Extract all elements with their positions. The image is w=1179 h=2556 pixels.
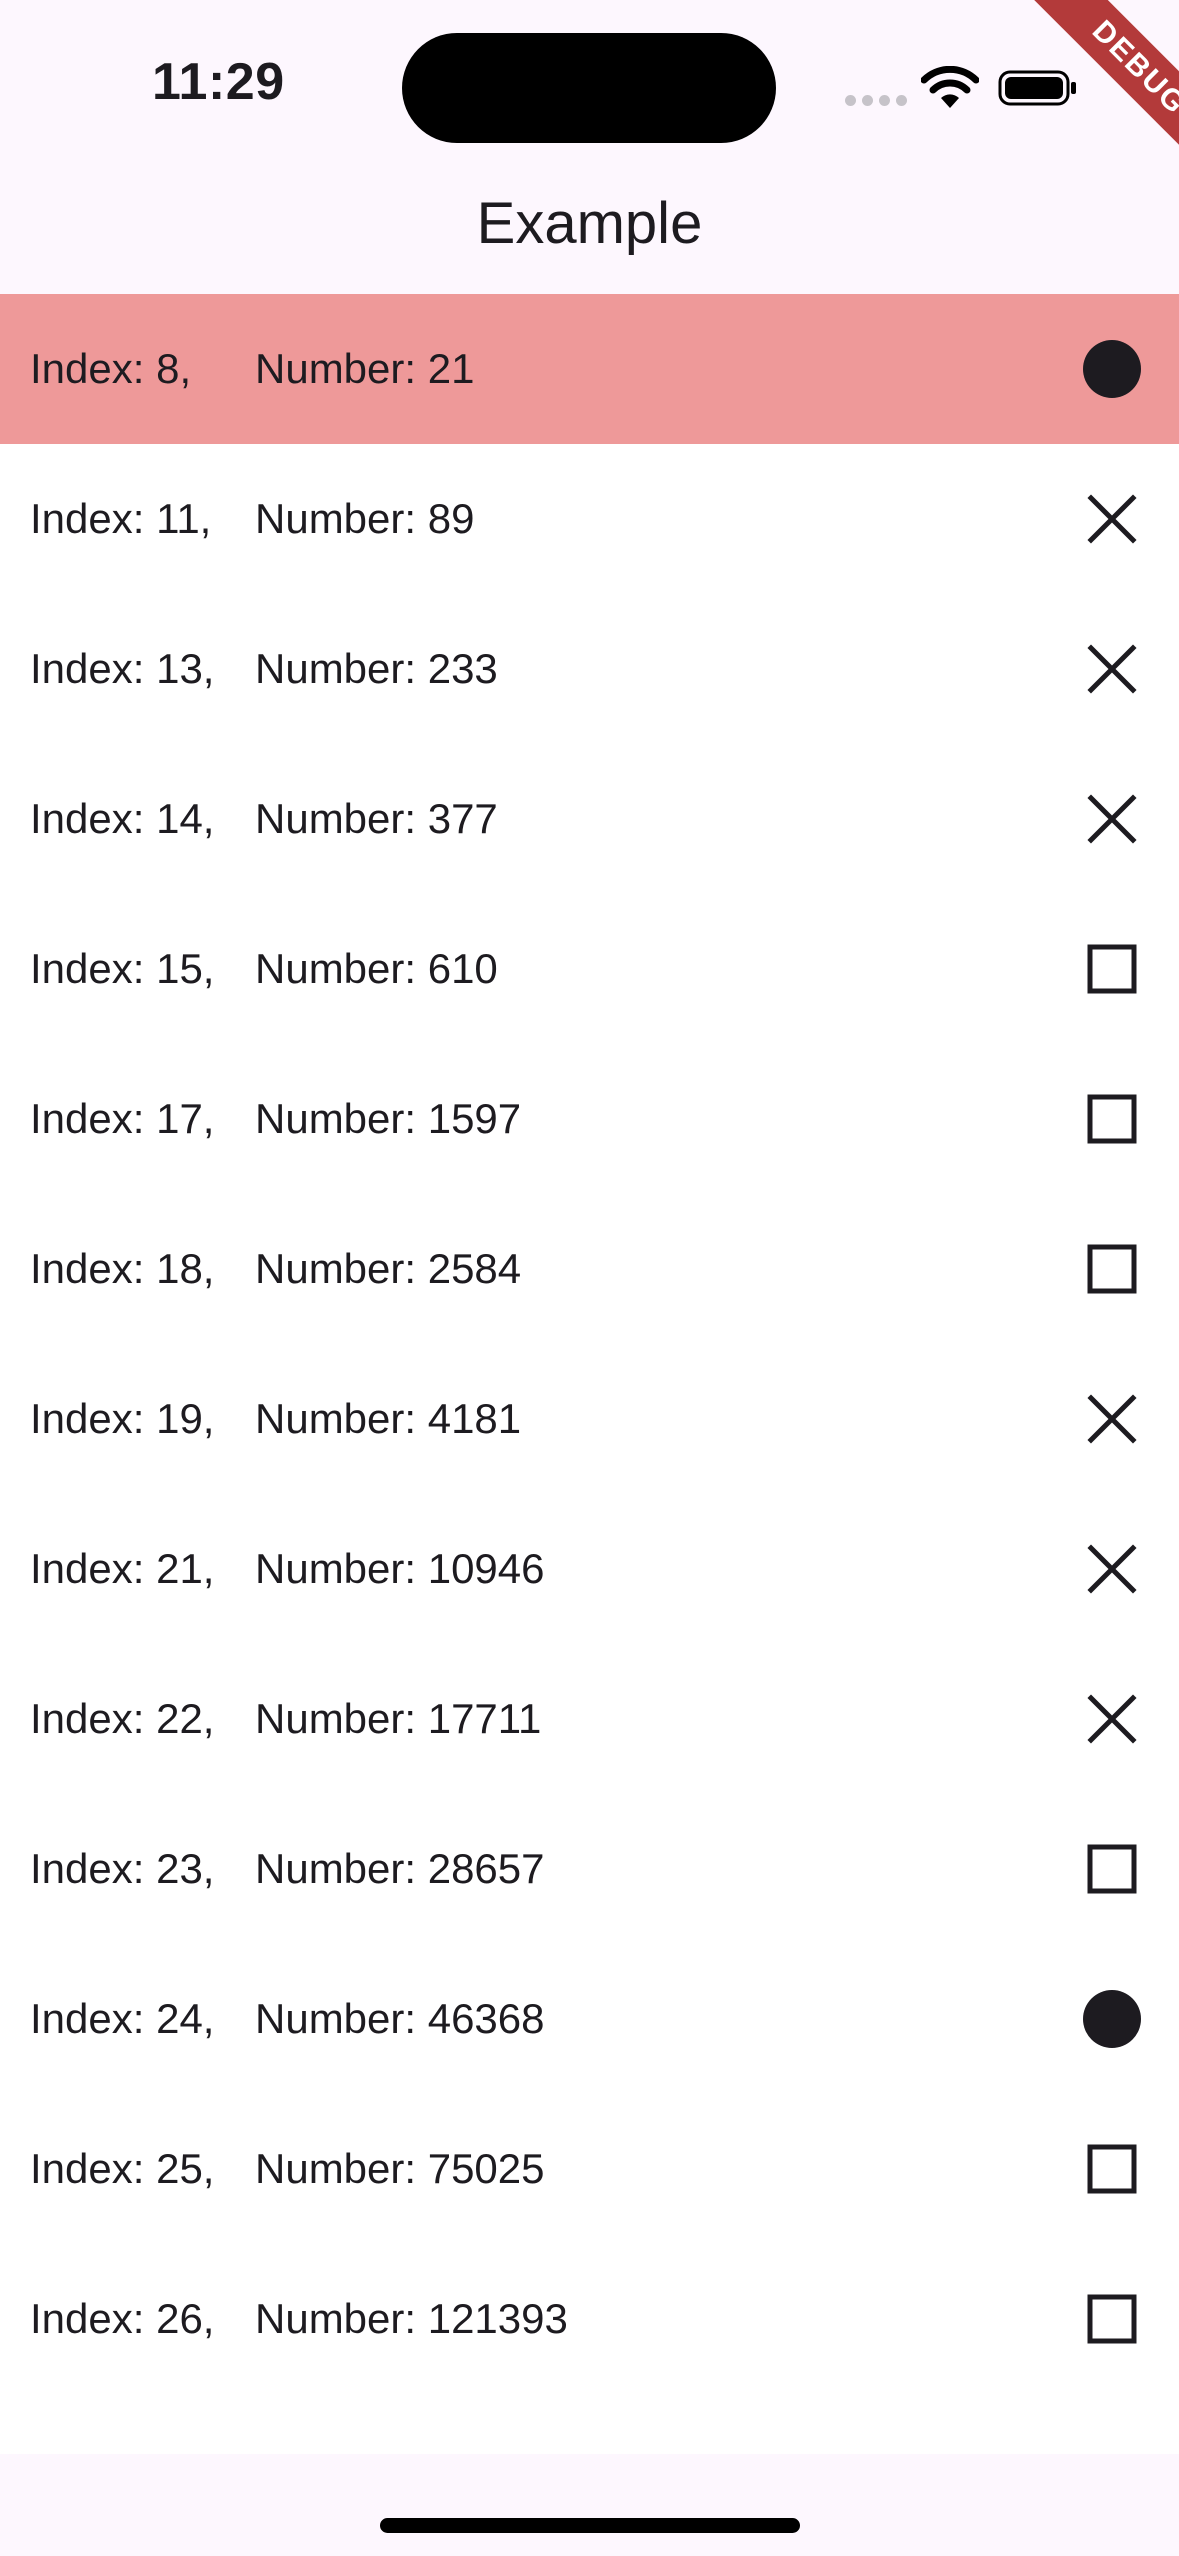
list-item-number: Number: 4181 <box>255 1395 522 1442</box>
list-item-number: Number: 610 <box>255 945 498 992</box>
list-item-index: Index: 18, <box>30 1245 215 1292</box>
list-item-number: Number: 2584 <box>255 1245 522 1292</box>
list-item-index: Index: 22, <box>30 1695 215 1742</box>
list-item-index: Index: 14, <box>30 795 215 842</box>
list-item[interactable]: Index: 26, Number: 121393 <box>0 2244 1179 2394</box>
status-time: 11:29 <box>152 53 285 111</box>
list-item[interactable]: Index: 14, Number: 377 <box>0 744 1179 894</box>
list-item-label: Index: 11, Number: 89 <box>30 495 474 543</box>
close-icon[interactable] <box>1082 1539 1142 1599</box>
list-item-label: Index: 13, Number: 233 <box>30 645 498 693</box>
square-outline-icon[interactable] <box>1082 1239 1142 1299</box>
list-item[interactable]: Index: 19, Number: 4181 <box>0 1344 1179 1494</box>
list-item-label: Index: 15, Number: 610 <box>30 945 498 993</box>
filled-circle-icon[interactable] <box>1082 339 1142 399</box>
list-item[interactable]: Index: 18, Number: 2584 <box>0 1194 1179 1344</box>
list-item[interactable]: Index: 21, Number: 10946 <box>0 1494 1179 1644</box>
square-outline-icon[interactable] <box>1082 1089 1142 1149</box>
list-item[interactable]: Index: 24, Number: 46368 <box>0 1944 1179 2094</box>
list-item[interactable]: Index: 11, Number: 89 <box>0 444 1179 594</box>
list-item-index: Index: 17, <box>30 1095 215 1142</box>
list-item[interactable]: Index: 13, Number: 233 <box>0 594 1179 744</box>
list-item-index: Index: 21, <box>30 1545 215 1592</box>
list-item[interactable]: Index: 15, Number: 610 <box>0 894 1179 1044</box>
app-bar: Example <box>0 160 1179 294</box>
list-item-number: Number: 1597 <box>255 1095 522 1142</box>
list-item-label: Index: 26, Number: 121393 <box>30 2295 568 2343</box>
number-list[interactable]: Index: 8, Number: 21 Index: 11, Number: 89 I… <box>0 294 1179 2454</box>
list-item-number: Number: 233 <box>255 645 498 692</box>
list-item-label: Index: 18, Number: 2584 <box>30 1245 521 1293</box>
list-item-number: Number: 46368 <box>255 1995 545 2042</box>
list-item-index: Index: 24, <box>30 1995 215 2042</box>
list-item-index: Index: 11, <box>30 495 212 542</box>
page-title: Example <box>476 191 703 256</box>
list-item[interactable]: Index: 23, Number: 28657 <box>0 1794 1179 1944</box>
list-item-index: Index: 25, <box>30 2145 215 2192</box>
close-icon[interactable] <box>1082 489 1142 549</box>
close-icon[interactable] <box>1082 1389 1142 1449</box>
list-item[interactable]: Index: 22, Number: 17711 <box>0 1644 1179 1794</box>
list-item-label: Index: 14, Number: 377 <box>30 795 498 843</box>
list-item-label: Index: 22, Number: 17711 <box>30 1695 541 1743</box>
square-outline-icon[interactable] <box>1082 939 1142 999</box>
list-item-index: Index: 13, <box>30 645 215 692</box>
square-outline-icon[interactable] <box>1082 2139 1142 2199</box>
status-bar: 11:29 DEBUG <box>0 0 1179 179</box>
list-item-number: Number: 28657 <box>255 1845 545 1892</box>
list-item[interactable]: Index: 17, Number: 1597 <box>0 1044 1179 1194</box>
list-item-index: Index: 8, <box>30 345 192 392</box>
close-icon[interactable] <box>1082 789 1142 849</box>
debug-banner-label: DEBUG <box>1028 0 1179 179</box>
list-item-label: Index: 17, Number: 1597 <box>30 1095 521 1143</box>
list-item-label: Index: 8, Number: 21 <box>30 345 474 393</box>
cellular-signal-icon <box>845 95 907 106</box>
list-item-label: Index: 21, Number: 10946 <box>30 1545 545 1593</box>
wifi-icon <box>921 66 979 108</box>
list-item-label: Index: 24, Number: 46368 <box>30 1995 545 2043</box>
list-item[interactable]: Index: 8, Number: 21 <box>0 294 1179 444</box>
list-item-number: Number: 121393 <box>255 2295 568 2342</box>
list-item-index: Index: 19, <box>30 1395 215 1442</box>
list-item[interactable]: Index: 25, Number: 75025 <box>0 2094 1179 2244</box>
square-outline-icon[interactable] <box>1082 2289 1142 2349</box>
close-icon[interactable] <box>1082 639 1142 699</box>
list-item-number: Number: 75025 <box>255 2145 545 2192</box>
list-item-label: Index: 19, Number: 4181 <box>30 1395 521 1443</box>
dynamic-island <box>402 33 776 143</box>
list-item-number: Number: 10946 <box>255 1545 545 1592</box>
list-item-number: Number: 21 <box>255 345 475 392</box>
square-outline-icon[interactable] <box>1082 1839 1142 1899</box>
close-icon[interactable] <box>1082 1689 1142 1749</box>
list-item-index: Index: 15, <box>30 945 215 992</box>
list-item-index: Index: 26, <box>30 2295 215 2342</box>
list-item-number: Number: 17711 <box>255 1695 542 1742</box>
list-item-number: Number: 89 <box>255 495 475 542</box>
list-item-index: Index: 23, <box>30 1845 215 1892</box>
bottom-safe-area <box>0 2454 1179 2556</box>
list-item-label: Index: 23, Number: 28657 <box>30 1845 545 1893</box>
filled-circle-icon[interactable] <box>1082 1989 1142 2049</box>
list-item-number: Number: 377 <box>255 795 498 842</box>
list-item-label: Index: 25, Number: 75025 <box>30 2145 545 2193</box>
home-indicator[interactable] <box>380 2518 800 2533</box>
